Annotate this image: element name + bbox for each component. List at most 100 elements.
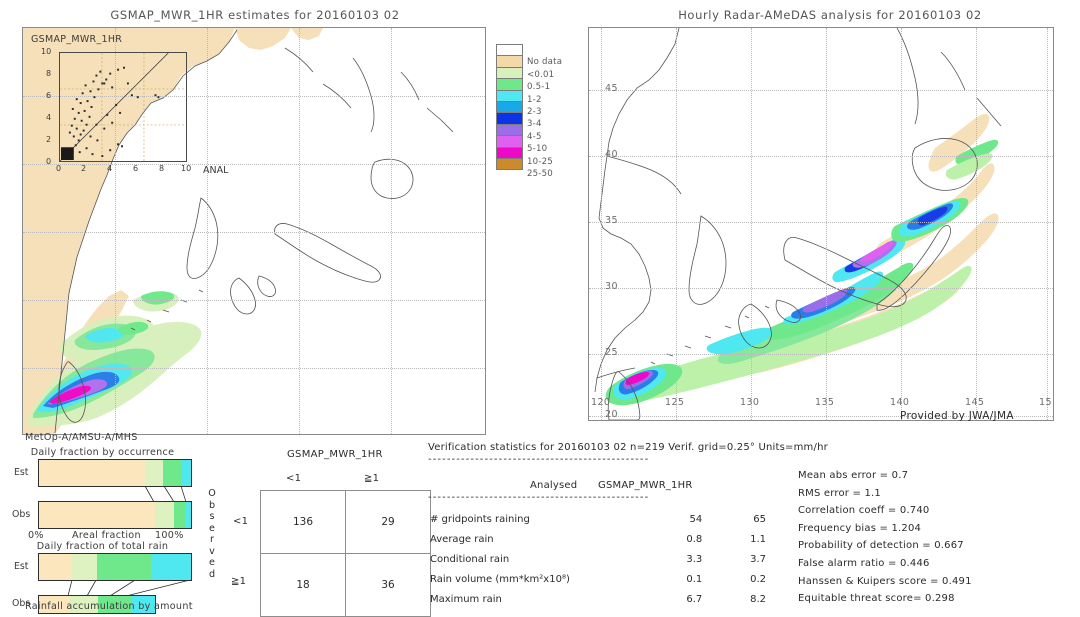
bar-segment bbox=[72, 554, 97, 580]
right-map-gridline bbox=[676, 28, 677, 420]
right-map-lon-tick: 120 bbox=[591, 397, 611, 408]
stat-estimate: 65 bbox=[753, 513, 766, 525]
data-source-credit: Provided by JWA/JMA bbox=[900, 410, 1014, 422]
contingency-cell-ge1-ge1: 36 bbox=[345, 553, 431, 617]
bar-segment bbox=[39, 460, 147, 486]
left-map-gridline bbox=[23, 368, 485, 369]
right-map-gridline bbox=[601, 28, 602, 420]
colorbar-label-lt001: <0.01 bbox=[527, 69, 555, 80]
colorbar-swatch-25-50 bbox=[496, 157, 523, 171]
left-panel-title: GSMAP_MWR_1HR estimates for 20160103 02 bbox=[110, 8, 400, 22]
contingency-column-group-label: GSMAP_MWR_1HR bbox=[287, 449, 383, 460]
table-row: 18 36 bbox=[260, 553, 431, 617]
right-map-lon-tick: 130 bbox=[740, 397, 760, 408]
right-map-gridline bbox=[589, 222, 1053, 223]
occurrence-bar-est-label: Est bbox=[14, 467, 29, 478]
inset-xtick: 10 bbox=[181, 164, 192, 173]
contingency-cell-hit-lt1-lt1: 136 bbox=[260, 490, 346, 554]
left-map-gridline bbox=[391, 28, 392, 434]
stat-estimate: 0.2 bbox=[750, 574, 766, 586]
colorbar-label-10-25: 10-25 bbox=[527, 156, 553, 167]
right-map-gridline bbox=[901, 28, 902, 420]
colorbar-label-no-data: No data bbox=[527, 57, 563, 68]
inset-ytick: 0 bbox=[46, 157, 52, 166]
right-map-coastlines bbox=[589, 28, 1053, 420]
occurrence-bar-obs bbox=[38, 501, 192, 529]
table-row: Conditional rain 3.3 3.7 bbox=[430, 550, 766, 568]
right-map-lon-tick: 15 bbox=[1039, 397, 1052, 408]
contingency-col-header-ge1: ≧1 bbox=[364, 473, 380, 484]
score-frequency-bias: Frequency bias = 1.204 bbox=[798, 522, 922, 534]
left-map-gridline bbox=[299, 28, 300, 434]
contingency-col-header-lt1: <1 bbox=[286, 473, 302, 484]
occurrence-axis-center: Areal fraction bbox=[72, 530, 141, 541]
verification-col-header-analysed: Analysed bbox=[530, 480, 578, 491]
stat-label: Average rain bbox=[430, 533, 494, 545]
colorbar-label-2-3: 2-3 bbox=[527, 106, 542, 117]
inset-ytick: 10 bbox=[41, 47, 52, 56]
bar-segment bbox=[154, 502, 175, 528]
total-rain-panel-title: Daily fraction of total rain bbox=[36, 541, 169, 552]
right-map-gridline bbox=[751, 28, 752, 420]
contingency-cell-ge1-lt1: 18 bbox=[260, 553, 346, 617]
inset-xtick: 4 bbox=[107, 164, 113, 173]
right-map-panel: 45 40 35 30 25 20 120 125 130 135 140 14… bbox=[588, 27, 1054, 421]
right-panel-title: Hourly Radar-AMeDAS analysis for 2016010… bbox=[678, 8, 982, 22]
right-map-gridline bbox=[589, 90, 1053, 91]
total-rain-connector-lines bbox=[67, 580, 191, 596]
score-mean-abs-error: Mean abs error = 0.7 bbox=[798, 470, 909, 481]
total-rain-bar-est-label: Est bbox=[14, 561, 29, 572]
sensor-label: MetOp-A/AMSU-A/MHS bbox=[25, 432, 138, 443]
occurrence-bar-obs-label: Obs bbox=[12, 509, 31, 520]
score-hanssen-kuipers: Hanssen & Kuipers score = 0.491 bbox=[798, 575, 972, 587]
colorbar-label-4-5: 4-5 bbox=[527, 131, 542, 142]
stat-analysed: 54 bbox=[689, 513, 703, 525]
stat-estimate: 8.2 bbox=[750, 594, 766, 606]
inset-xtick: 8 bbox=[159, 164, 165, 173]
total-rain-caption: Rainfall accumulation by amount bbox=[25, 601, 193, 612]
inset-scatter-title: GSMAP_MWR_1HR bbox=[31, 34, 123, 45]
right-map-lat-tick: 40 bbox=[605, 149, 618, 160]
right-map-lat-tick: 25 bbox=[605, 347, 618, 358]
table-row: Maximum rain 6.7 8.2 bbox=[430, 591, 766, 609]
bar-segment bbox=[146, 460, 163, 486]
bar-segment bbox=[162, 460, 182, 486]
colorbar-labels: No data <0.01 0.5-1 1-2 2-3 3-4 4-5 5-10… bbox=[527, 56, 562, 180]
right-map-lon-tick: 135 bbox=[815, 397, 835, 408]
verification-scores-list: Mean abs error = 0.7 RMS error = 1.1 Cor… bbox=[798, 470, 972, 604]
table-row: # gridpoints raining 54 65 bbox=[430, 510, 766, 528]
right-map-lon-tick: 140 bbox=[890, 397, 910, 408]
colorbar-label-05-1: 0.5-1 bbox=[527, 82, 551, 93]
inset-xtick: 6 bbox=[133, 164, 139, 173]
stat-label: # gridpoints raining bbox=[430, 513, 530, 525]
stat-analysed: 0.8 bbox=[686, 533, 703, 545]
right-map-lon-tick: 145 bbox=[965, 397, 985, 408]
colorbar-legend: No data <0.01 0.5-1 1-2 2-3 3-4 4-5 5-10… bbox=[496, 44, 562, 180]
bar-segment bbox=[39, 502, 155, 528]
right-map-gridline bbox=[976, 28, 977, 420]
table-row: Rain volume (mm*km²x10⁸) 0.1 0.2 bbox=[430, 571, 766, 589]
score-false-alarm-ratio: False alarm ratio = 0.446 bbox=[798, 557, 930, 569]
left-map-gridline bbox=[23, 232, 485, 233]
occurrence-bar-est bbox=[38, 459, 192, 487]
contingency-row-header-ge1: ≧1 bbox=[231, 576, 247, 587]
inset-ytick: 4 bbox=[46, 113, 52, 122]
stat-analysed: 0.1 bbox=[686, 574, 703, 586]
score-equitable-threat: Equitable threat score= 0.298 bbox=[798, 593, 955, 605]
left-map-panel: GSMAP_MWR_1HR 10 8 6 4 2 0 0 2 4 6 8 10 … bbox=[22, 27, 486, 435]
colorbar-label-25-50: 25-50 bbox=[527, 168, 553, 179]
score-rms-error: RMS error = 1.1 bbox=[798, 487, 881, 499]
colorbar-label-5-10: 5-10 bbox=[527, 144, 548, 155]
inset-xaxis-label: ANAL bbox=[203, 165, 229, 176]
inset-xtick: 0 bbox=[56, 164, 62, 173]
occurrence-axis-left: 0% bbox=[28, 530, 44, 541]
right-map-canvas: 45 40 35 30 25 20 120 125 130 135 140 14… bbox=[589, 28, 1053, 420]
contingency-row-header-lt1: <1 bbox=[233, 516, 249, 527]
occurrence-axis-right: 100% bbox=[155, 530, 184, 541]
contingency-row-axis-label: Observed bbox=[208, 488, 216, 580]
right-map-lat-tick: 35 bbox=[605, 215, 618, 226]
stat-label: Maximum rain bbox=[430, 594, 502, 606]
verification-divider: ----------------------------------------… bbox=[428, 454, 650, 465]
bar-segment bbox=[96, 554, 152, 580]
right-map-lon-tick: 125 bbox=[665, 397, 685, 408]
